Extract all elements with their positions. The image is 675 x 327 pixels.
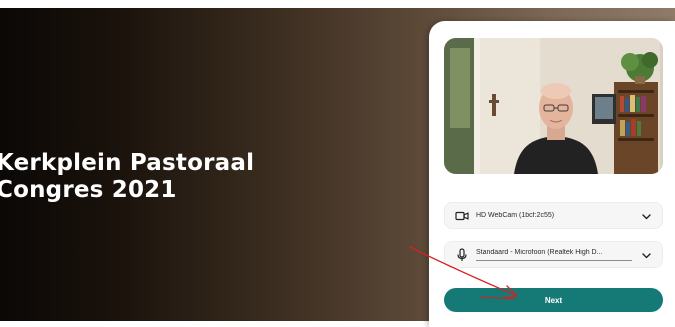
microphone-level-meter xyxy=(476,260,632,261)
microphone-icon xyxy=(457,248,467,261)
camera-preview xyxy=(444,38,663,174)
camera-select-label: HD WebCam (1bcf:2c55) xyxy=(476,212,555,219)
microphone-select[interactable]: Standaard - Microfoon (Realtek High D... xyxy=(444,241,663,268)
camera-select[interactable]: HD WebCam (1bcf:2c55) xyxy=(444,202,663,229)
chevron-down-icon[interactable] xyxy=(641,211,652,222)
chevron-down-icon[interactable] xyxy=(641,250,652,261)
device-setup-panel: HD WebCam (1bcf:2c55) Standaard - Microf… xyxy=(429,21,675,327)
event-title-line-2: Congres 2021 xyxy=(0,177,177,203)
microphone-select-label: Standaard - Microfoon (Realtek High D... xyxy=(476,249,603,256)
next-button[interactable]: Next xyxy=(444,288,663,312)
event-title: Kerkplein Pastoraal Congres 2021 xyxy=(0,150,316,204)
event-title-line-1: Kerkplein Pastoraal xyxy=(0,150,255,176)
video-camera-icon xyxy=(455,211,469,221)
